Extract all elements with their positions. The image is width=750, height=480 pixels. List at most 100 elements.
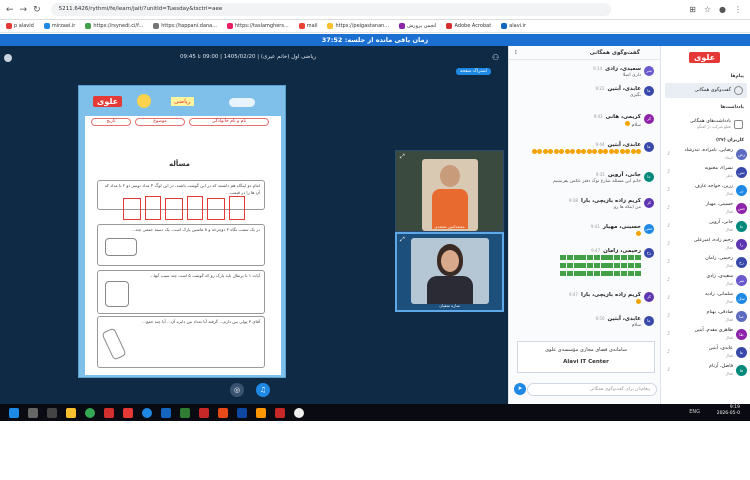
bookmark[interactable]: انجمن پرورش	[399, 23, 436, 29]
date-pill: تاریخ	[91, 118, 131, 126]
search-icon[interactable]	[28, 407, 38, 418]
worksheet-topic: مسأله	[169, 160, 190, 168]
bookmark-icon	[501, 23, 508, 29]
bookmark[interactable]: https://rsynedi.ci/f...	[85, 23, 143, 29]
bookmark[interactable]: https://tappani.dana...	[153, 23, 217, 29]
chat-message: جا جانی، آروین9:31 خانم این مسئله شارع ن…	[514, 172, 654, 185]
users-icon[interactable]: ⚇	[492, 53, 499, 62]
language-indicator[interactable]: ENG	[689, 409, 700, 415]
vlc-icon[interactable]	[256, 407, 266, 418]
emoji-icon	[608, 149, 614, 154]
sidebar-item-shared-notes[interactable]: یادداشت‌های همگانی قطع شرکت در گفتگو	[665, 114, 747, 134]
session-timer: زمان باقی مانده از جلسه: 37:52	[0, 34, 750, 46]
annotation-mark	[229, 196, 245, 220]
edge-icon[interactable]	[142, 407, 152, 418]
user-item[interactable]: زر زرین، خواجه عارف فعال ♪	[667, 183, 747, 200]
avatar: کز	[644, 292, 654, 302]
section-messages: پیام‌ها	[730, 74, 744, 79]
audio-button[interactable]: ♫	[256, 383, 270, 397]
sticker-icon	[627, 270, 634, 276]
user-item[interactable]: صا صادقی، بهنام فعال ♪	[667, 309, 747, 326]
app-icon[interactable]	[294, 407, 304, 418]
chevron-left-icon[interactable]: ‹	[597, 46, 599, 60]
cloud-illustration	[229, 98, 255, 107]
sticker-icon	[593, 270, 600, 276]
user-item[interactable]: رض رضایی، نامزاده، تندرشاد استاد ♪	[667, 147, 747, 164]
system-clock[interactable]: 9:19 2026-05-0	[717, 405, 740, 417]
powerpoint-icon[interactable]	[218, 407, 228, 418]
user-item[interactable]: را رحیم زاده، امیرعلی فعال ♪	[667, 237, 747, 254]
camera-button[interactable]: ◎	[230, 383, 244, 397]
avatar: رض	[736, 149, 747, 160]
user-item[interactable]: حس حسینی، مهیار فعال ♪	[667, 201, 747, 218]
mic-icon: ♪	[667, 151, 671, 157]
acrobat-icon[interactable]	[199, 407, 209, 418]
sticker-icon	[580, 263, 587, 269]
back-icon[interactable]: ←	[6, 5, 14, 15]
sticker-icon	[627, 263, 634, 269]
word-icon[interactable]	[161, 407, 171, 418]
bookmark[interactable]: https://taslamghers...	[227, 23, 289, 29]
video-tile-teacher[interactable]: ⤢ ساره متقیان	[395, 232, 504, 312]
user-item[interactable]: طا طاهری مقدم، آبتین فعال ♪	[667, 327, 747, 344]
bookmark[interactable]: alavi.ir	[501, 23, 526, 29]
avatar: عا	[644, 316, 654, 326]
bookmark[interactable]: https://peigastanan...	[327, 23, 389, 29]
message-sender: حسینی، مهیار9:41	[590, 224, 641, 230]
bookmark-icon	[43, 23, 50, 29]
mic-icon: ♪	[667, 169, 671, 175]
star-icon[interactable]: ☆	[704, 5, 711, 14]
pdf-app-icon[interactable]	[104, 407, 114, 418]
user-item[interactable]: فا فاضل، آرتام فعال ♪	[667, 363, 747, 380]
bookmark[interactable]: mirzaei.ir	[43, 23, 75, 29]
chat-input[interactable]: پیغام‌تان برای گفت‌وگوی همگانی	[527, 383, 657, 396]
user-item[interactable]: سر سعیدی، زادی فعال ♪	[667, 273, 747, 290]
send-button[interactable]: ➤	[514, 383, 526, 395]
screen-share-badge[interactable]: اشتراک صفحه	[456, 68, 491, 75]
emoji-icon	[636, 149, 641, 154]
app-icon[interactable]	[123, 407, 133, 418]
file-explorer-icon[interactable]	[66, 407, 76, 418]
sidebar-item-public-chat[interactable]: گفت‌وگوی همگانی	[665, 83, 747, 98]
avatar: سل	[736, 293, 747, 304]
emoji-icon	[531, 149, 537, 154]
url-field[interactable]: 5211.6426/rythmi/fe/learn/jait/?unitId=T…	[50, 3, 611, 16]
avatar: را	[736, 239, 747, 250]
user-item[interactable]: جا جانی، آروین فعال ♪	[667, 219, 747, 236]
bookmark[interactable]: Adobe Acrobat	[446, 23, 491, 29]
bookmark[interactable]: p alavid	[6, 23, 34, 29]
message-sender: رحیمی، زامان9:47	[591, 248, 641, 254]
session-icon[interactable]	[4, 54, 12, 62]
translate-icon[interactable]: ⊞	[689, 5, 696, 14]
video-feed	[411, 238, 489, 304]
emoji-row	[514, 231, 654, 239]
avatar: کز	[644, 198, 654, 208]
chat-message: کر کریمی، هانی9:43 سلام	[514, 114, 654, 129]
emoji-icon	[559, 149, 564, 154]
bookmark[interactable]: mail	[298, 23, 317, 29]
profile-icon[interactable]: ●	[719, 5, 726, 14]
person-face	[441, 250, 459, 272]
expand-icon[interactable]: ⤢	[400, 236, 405, 244]
reload-icon[interactable]: ↻	[33, 5, 41, 15]
user-item[interactable]: عا عابدی، آبتین فعال ♪	[667, 345, 747, 362]
chrome-icon[interactable]	[85, 407, 95, 418]
user-item[interactable]: تس تسراء، محبوبه ناظر ♪	[667, 165, 747, 182]
emoji-icon	[537, 149, 542, 154]
user-item[interactable]: سل سلمانی، زادیه فعال ♪	[667, 291, 747, 308]
forward-icon[interactable]: →	[20, 5, 28, 15]
start-icon[interactable]	[9, 407, 19, 418]
sticker-icon	[560, 270, 567, 276]
more-options-icon[interactable]: ⋮	[513, 46, 519, 60]
alavi-logo: علوی	[689, 52, 721, 63]
app-icon[interactable]	[275, 407, 285, 418]
app-icon[interactable]	[237, 407, 247, 418]
expand-icon[interactable]: ⤢	[400, 153, 405, 161]
task-view-icon[interactable]	[47, 407, 57, 418]
video-tile-student[interactable]: ⤢ محمدامین محمدی	[395, 150, 504, 232]
chat-message: سر سعیدی، زادی9:14 داری اصلا	[514, 66, 654, 79]
message-sender: کریم زاده بازیچی، بارا9:38	[568, 198, 641, 204]
menu-icon[interactable]: ⋮	[734, 5, 742, 14]
user-item[interactable]: رح رحیمی، زامان فعال ♪	[667, 255, 747, 272]
excel-icon[interactable]	[180, 407, 190, 418]
